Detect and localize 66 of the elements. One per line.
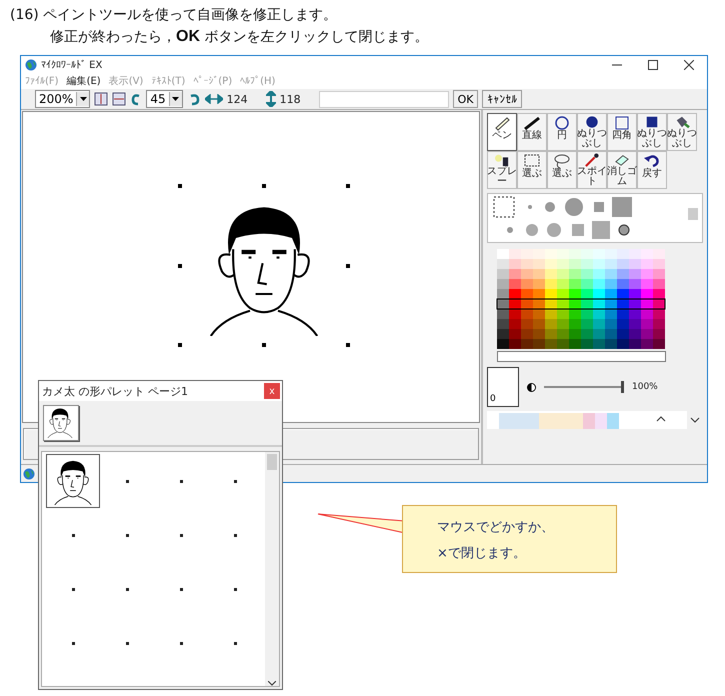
angle-select[interactable]: 45 bbox=[146, 90, 183, 108]
resize-handle[interactable] bbox=[262, 184, 266, 188]
tool-button[interactable]: 直線 bbox=[517, 113, 547, 151]
horizontal-arrow-icon bbox=[204, 94, 223, 104]
tool-button[interactable]: スポイト bbox=[577, 151, 607, 189]
line-icon bbox=[523, 115, 541, 131]
circle-icon bbox=[553, 115, 571, 131]
tool-button[interactable]: 戻す bbox=[637, 151, 667, 189]
caret-icon bbox=[80, 97, 87, 101]
resize-handle[interactable] bbox=[178, 264, 182, 268]
tool-button[interactable]: 四角 bbox=[607, 113, 637, 151]
dialog-button[interactable]: ｷｬﾝｾﾙ bbox=[482, 90, 522, 108]
dropper-icon bbox=[583, 153, 601, 167]
scrollbar[interactable] bbox=[265, 452, 279, 686]
text-field[interactable] bbox=[318, 90, 449, 108]
callout-text: マウスでどかすか、 bbox=[437, 519, 555, 536]
resize-handle[interactable] bbox=[178, 184, 182, 188]
dialog-button[interactable]: OK bbox=[452, 90, 478, 108]
tool-button[interactable]: ぬりつぶし bbox=[577, 113, 607, 151]
tool-button[interactable]: 消しゴム bbox=[607, 151, 637, 189]
globe-icon bbox=[23, 468, 35, 480]
contrast-icon bbox=[527, 382, 536, 392]
square-icon bbox=[613, 115, 631, 131]
resize-handle[interactable] bbox=[346, 184, 350, 188]
close-button[interactable]: x bbox=[264, 383, 280, 399]
flip-horizontal-icon[interactable] bbox=[94, 92, 108, 106]
width-value: 124 bbox=[226, 92, 248, 106]
resize-handle[interactable] bbox=[178, 343, 182, 347]
palette-window[interactable]: カメ太 の形パレット ページ1 x bbox=[38, 380, 283, 690]
resize-handle[interactable] bbox=[346, 264, 350, 268]
tool-button[interactable]: ぬりつぶし bbox=[667, 113, 697, 151]
tool-button[interactable]: 選ぶ bbox=[517, 151, 547, 189]
eraser-icon bbox=[613, 153, 631, 167]
tool-button[interactable]: 選ぶ bbox=[547, 151, 577, 189]
tool-button[interactable]: スプレー bbox=[487, 151, 517, 189]
dotted-rectangle-icon bbox=[523, 153, 541, 169]
close-icon[interactable] bbox=[684, 60, 694, 70]
maximize-icon[interactable] bbox=[648, 60, 658, 70]
tool-button[interactable]: ペン bbox=[487, 113, 517, 151]
current-color-swatch[interactable]: 0 bbox=[487, 367, 519, 407]
spray-can-icon bbox=[493, 153, 511, 167]
slider-thumb[interactable] bbox=[621, 381, 624, 393]
callout-text: ×で閉じます。 bbox=[437, 545, 527, 562]
caret-icon bbox=[268, 681, 276, 686]
zoom-select[interactable]: 200% bbox=[35, 90, 90, 108]
resize-handle[interactable] bbox=[262, 343, 266, 347]
caret-icon bbox=[172, 97, 180, 101]
globe-icon bbox=[25, 58, 37, 70]
menu-item[interactable]: 編集(E) bbox=[66, 74, 101, 88]
tool-button[interactable]: 円 bbox=[547, 113, 577, 151]
tool-button[interactable]: ぬりつぶし bbox=[637, 113, 667, 151]
instruction-text: (16) ペイントツールを使って自画像を修正します。 bbox=[10, 6, 338, 25]
height-value: 118 bbox=[280, 92, 301, 106]
undo-icon bbox=[643, 153, 661, 169]
window-title: ﾏｲｸﾛﾜｰﾙﾄﾞ EX bbox=[41, 58, 104, 70]
shape-thumbnail[interactable] bbox=[43, 405, 79, 441]
flip-vertical-icon[interactable] bbox=[112, 92, 126, 106]
lasso-icon bbox=[553, 153, 571, 169]
resize-handle[interactable] bbox=[346, 343, 350, 347]
pen-icon bbox=[493, 115, 511, 131]
instruction-text: 修正が終わったら，OK ボタンを左クリックして閉じます。 bbox=[49, 27, 430, 47]
scroll-thumb[interactable] bbox=[267, 454, 277, 470]
opacity-reading: 100% bbox=[632, 382, 658, 392]
shape-cell[interactable] bbox=[46, 454, 100, 508]
vertical-arrow-icon bbox=[266, 91, 276, 107]
window-title: カメ太 の形パレット ページ1 bbox=[42, 384, 189, 398]
